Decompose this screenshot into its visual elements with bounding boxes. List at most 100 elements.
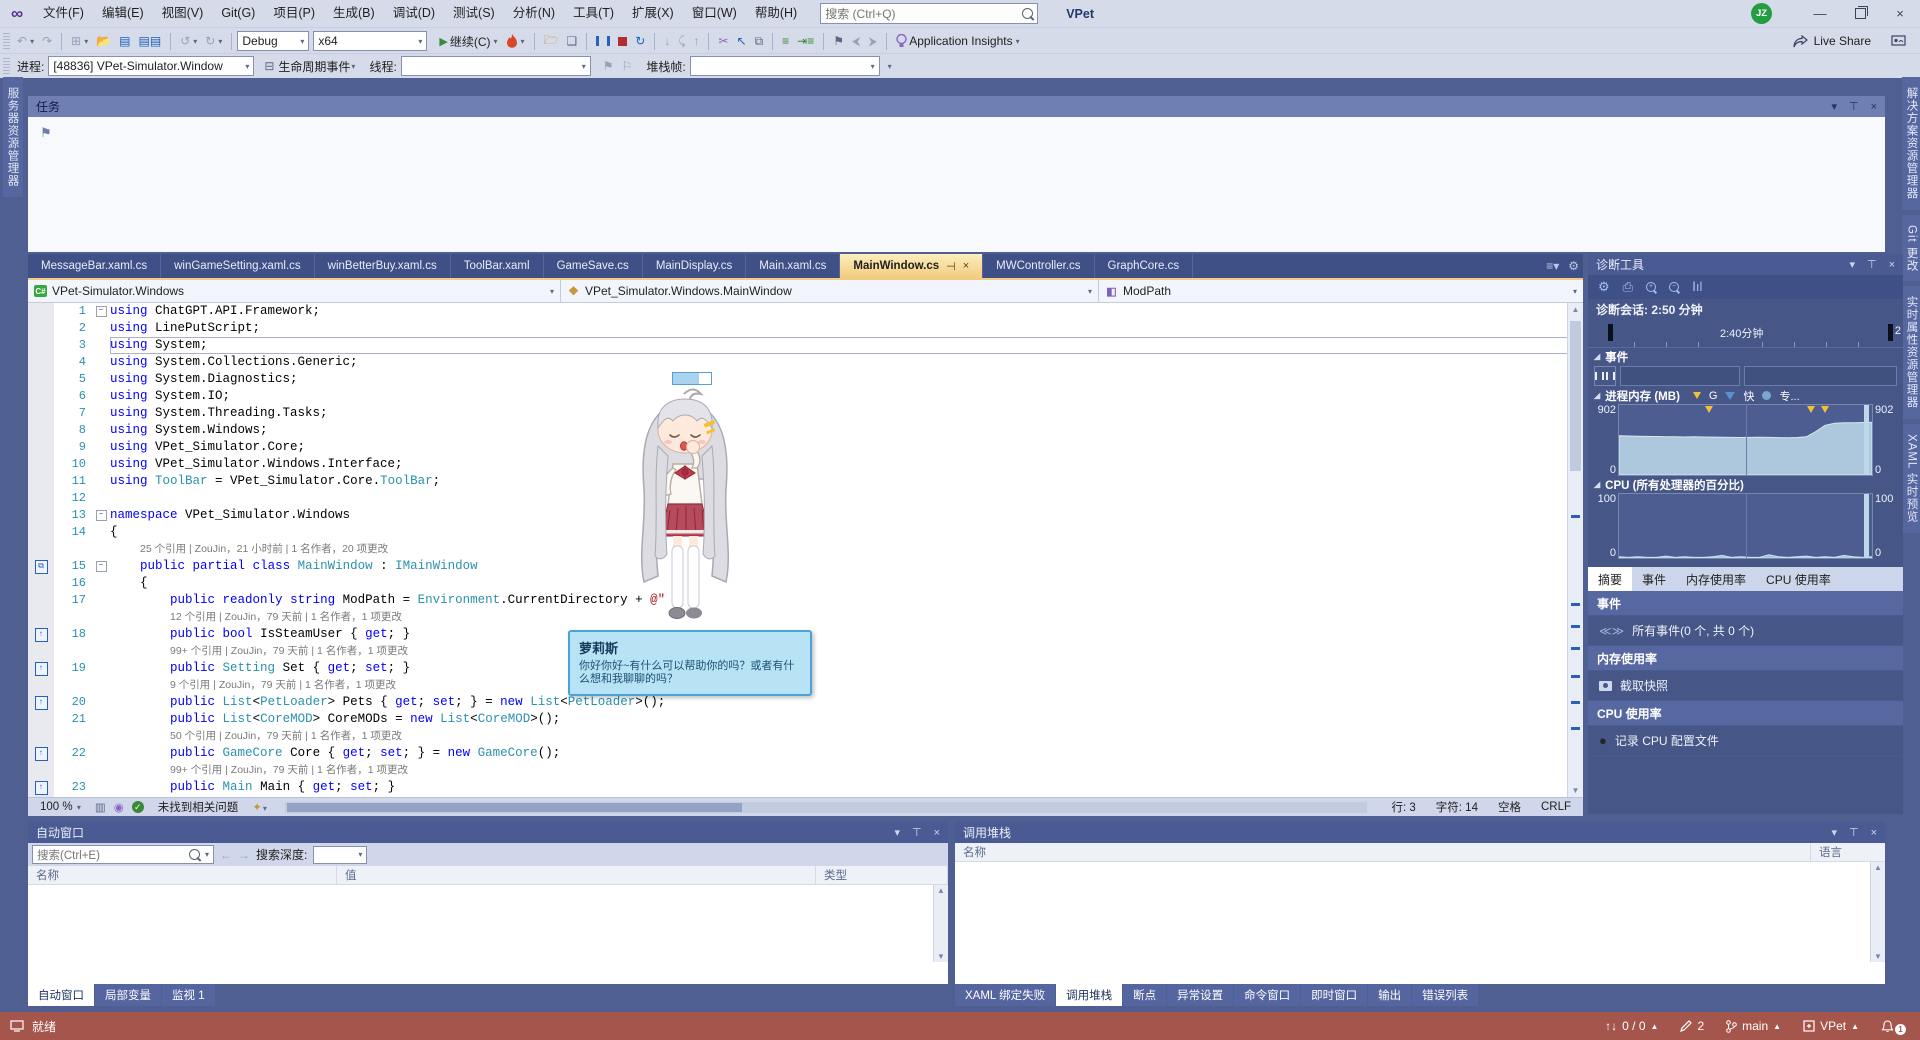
select-element-button[interactable]: ↖: [733, 29, 751, 53]
line-indicator[interactable]: 行: 3: [1385, 799, 1421, 815]
scroll-up-icon[interactable]: ▲: [1568, 305, 1583, 314]
menu-item[interactable]: 编辑(E): [93, 0, 153, 27]
pause-button[interactable]: [592, 29, 614, 53]
document-health-status[interactable]: 未找到相关问题: [152, 799, 245, 815]
column-header[interactable]: 名称: [28, 866, 337, 884]
code-line[interactable]: 1−using ChatGPT.API.Framework;: [28, 303, 1583, 320]
pin-icon[interactable]: ⊤: [1849, 100, 1859, 113]
code-editor[interactable]: 1−using ChatGPT.API.Framework;2using Lin…: [28, 303, 1583, 797]
step-out-button[interactable]: ↑: [689, 29, 703, 53]
codelens-row[interactable]: 25 个引用 | ZouJin，21 小时前 | 1 名作者，20 项更改: [28, 541, 1583, 558]
document-tab[interactable]: winGameSetting.xaml.cs: [161, 254, 315, 278]
desktop-pet-character[interactable]: [618, 384, 753, 629]
close-icon[interactable]: ×: [934, 827, 940, 839]
cpu-section-header[interactable]: ◢CPU (所有处理器的百分比): [1588, 476, 1903, 493]
panel-tab[interactable]: 输出: [1368, 984, 1411, 1006]
autos-search-input[interactable]: 搜索(Ctrl+E) ▾: [32, 845, 214, 864]
codelens-references[interactable]: 25 个引用 | ZouJin，21 小时前 | 1 名作者，20 项更改: [110, 543, 388, 555]
type-dropdown[interactable]: ❖ VPet_Simulator.Windows.MainWindow▾: [561, 280, 1099, 302]
codelens-row[interactable]: 50 个引用 | ZouJin，79 天前 | 1 名作者，1 项更改: [28, 728, 1583, 745]
restart-button[interactable]: ↻: [631, 29, 649, 53]
menu-item[interactable]: 文件(F): [34, 0, 93, 27]
code-line[interactable]: 11using ToolBar = VPet_Simulator.Core.To…: [28, 473, 1583, 490]
code-line[interactable]: 10using VPet_Simulator.Windows.Interface…: [28, 456, 1583, 473]
document-tab[interactable]: Main.xaml.cs: [746, 254, 840, 278]
document-tab[interactable]: MainDisplay.cs: [643, 254, 746, 278]
code-line[interactable]: 2using LinePutScript;: [28, 320, 1583, 337]
side-tab[interactable]: 服务器资源管理器: [3, 77, 23, 197]
toolbar-grip[interactable]: [3, 33, 10, 50]
zoom-out-icon[interactable]: −: [1669, 282, 1679, 292]
menu-item[interactable]: 帮助(H): [746, 0, 806, 27]
open-file-button[interactable]: 📂: [92, 29, 115, 53]
sync-commits-button[interactable]: ↑↓ 0 / 0 ▲: [1605, 1019, 1658, 1033]
callstack-scrollbar[interactable]: ▲▼: [1870, 862, 1885, 962]
panel-tab[interactable]: XAML 绑定失败: [955, 984, 1055, 1006]
autos-title-bar[interactable]: 自动窗口 ▾ ⊤ ×: [28, 822, 948, 843]
prev-bookmark-button[interactable]: ⮜: [848, 29, 865, 53]
unflag-threads-button[interactable]: ⚐: [618, 54, 637, 78]
menu-item[interactable]: 窗口(W): [683, 0, 746, 27]
menu-item[interactable]: 扩展(X): [623, 0, 683, 27]
code-line[interactable]: 16 {: [28, 575, 1583, 592]
close-button[interactable]: ×: [1880, 0, 1920, 27]
zoom-in-icon[interactable]: +: [1646, 282, 1656, 292]
bookmark-button[interactable]: ⚑: [829, 29, 848, 53]
callstack-title-bar[interactable]: 调用堆栈 ▾ ⊤ ×: [955, 822, 1885, 843]
panel-tab[interactable]: 监视 1: [162, 984, 215, 1006]
menu-item[interactable]: 测试(S): [444, 0, 504, 27]
all-events-link[interactable]: ≪≫ 所有事件(0 个, 共 0 个): [1588, 616, 1903, 646]
export-icon[interactable]: ⎙: [1623, 279, 1633, 295]
pin-icon[interactable]: ⊤: [1867, 258, 1877, 271]
code-line[interactable]: 4using System.Collections.Generic;: [28, 354, 1583, 371]
intellitrace-button[interactable]: ✂: [714, 29, 732, 53]
panel-tab[interactable]: 异常设置: [1167, 984, 1233, 1006]
callstack-content[interactable]: ▲▼: [955, 862, 1885, 962]
active-files-icon[interactable]: ≡▾: [1546, 259, 1559, 273]
process-select[interactable]: [48836] VPet-Simulator.Window▾: [48, 56, 254, 76]
diff-icon[interactable]: ▥: [95, 800, 106, 814]
diagnostics-tab[interactable]: 摘要: [1588, 567, 1632, 591]
viewport-end-handle[interactable]: [1888, 324, 1893, 341]
new-project-button[interactable]: ⊞▾: [67, 29, 92, 53]
navigate-forward-button[interactable]: ↷: [38, 29, 56, 53]
code-line[interactable]: 12: [28, 490, 1583, 507]
collapse-region-icon[interactable]: −: [96, 306, 107, 317]
toolbar-grip[interactable]: [3, 58, 10, 75]
autos-scrollbar[interactable]: ▲▼: [933, 885, 948, 962]
side-tab[interactable]: XAML 实时预览: [1902, 424, 1920, 533]
tasks-content[interactable]: ⚑: [28, 117, 1885, 252]
code-line[interactable]: 5using System.Diagnostics;: [28, 371, 1583, 388]
side-tab[interactable]: Git 更改: [1902, 215, 1920, 282]
step-over-button[interactable]: ⤹: [674, 29, 689, 53]
scrollbar-thumb[interactable]: [287, 803, 742, 812]
code-line[interactable]: ↑20 public List<PetLoader> Pets { get; s…: [28, 694, 1583, 711]
spaces-indicator[interactable]: 空格: [1492, 799, 1527, 815]
search-prev-icon[interactable]: ←: [220, 848, 232, 862]
feedback-icon[interactable]: [1891, 35, 1906, 48]
menu-item[interactable]: 生成(B): [324, 0, 384, 27]
window-position-icon[interactable]: ▾: [1831, 100, 1837, 113]
code-cleanup-icon[interactable]: ✦▾: [252, 800, 267, 814]
pin-icon[interactable]: ⊤: [1849, 826, 1859, 839]
diagnostics-tab[interactable]: 内存使用率: [1676, 567, 1756, 591]
repository-button[interactable]: VPet ▲: [1803, 1019, 1859, 1033]
code-line[interactable]: 14{: [28, 524, 1583, 541]
panel-tab[interactable]: 即时窗口: [1301, 984, 1367, 1006]
codelens-references[interactable]: 50 个引用 | ZouJin，79 天前 | 1 名作者，1 项更改: [110, 730, 402, 742]
indent-decrease-button[interactable]: ≡: [778, 29, 793, 53]
code-line[interactable]: 9using VPet_Simulator.Core;: [28, 439, 1583, 456]
restore-button[interactable]: [1840, 0, 1880, 27]
column-indicator[interactable]: 字符: 14: [1430, 799, 1484, 815]
language-column-header[interactable]: 语言: [1811, 843, 1885, 861]
search-next-icon[interactable]: →: [238, 848, 250, 862]
notifications-button[interactable]: 1: [1881, 1018, 1906, 1035]
code-line[interactable]: ⧉15− public partial class MainWindow : I…: [28, 558, 1583, 575]
pet-speech-bubble[interactable]: 萝莉斯 你好你好~有什么可以帮助你的吗？或者有什么想和我聊聊的吗？: [568, 630, 812, 696]
menu-item[interactable]: Git(G): [212, 0, 264, 27]
show-output-button[interactable]: 🗁: [540, 29, 563, 53]
pending-edits-button[interactable]: 2: [1680, 1019, 1704, 1033]
project-dropdown[interactable]: C# VPet-Simulator.Windows▾: [28, 280, 561, 302]
menu-item[interactable]: 项目(P): [264, 0, 324, 27]
next-bookmark-button[interactable]: ⮞: [865, 29, 882, 53]
